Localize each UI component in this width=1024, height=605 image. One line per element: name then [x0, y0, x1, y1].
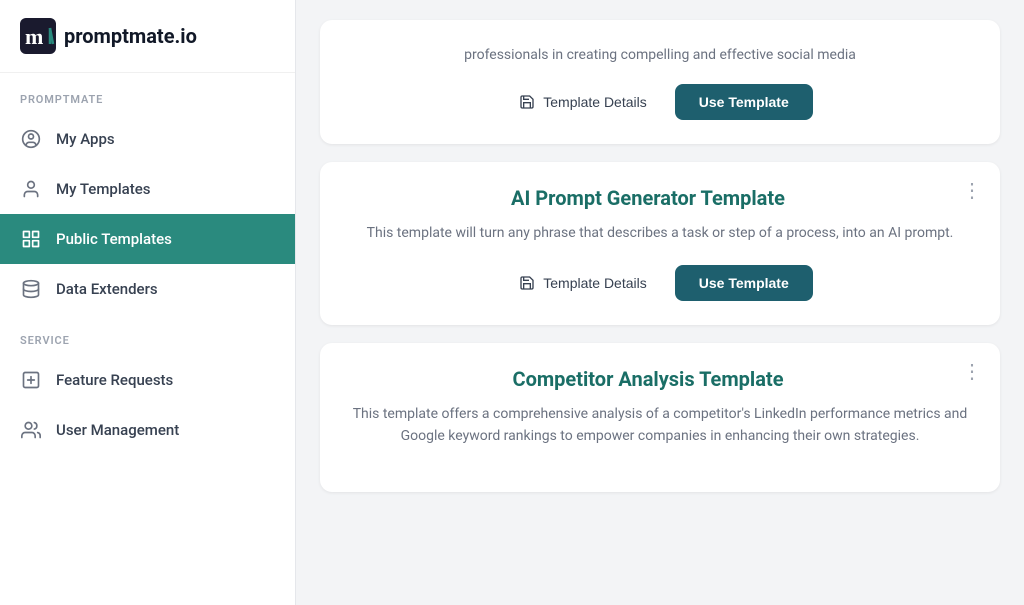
card-top-text: professionals in creating compelling and…	[348, 44, 972, 66]
template-details-button-ai[interactable]: Template Details	[507, 267, 659, 299]
save-icon-top	[519, 94, 535, 110]
sidebar-item-my-apps-label: My Apps	[56, 130, 115, 148]
template-card-ai-prompt: ⋮ AI Prompt Generator Template This temp…	[320, 162, 1000, 324]
sidebar-item-feature-requests[interactable]: Feature Requests	[0, 355, 295, 405]
database-icon	[20, 278, 42, 300]
sidebar-item-data-extenders[interactable]: Data Extenders	[0, 264, 295, 314]
use-template-button-top[interactable]: Use Template	[675, 84, 813, 120]
main-content: professionals in creating compelling and…	[296, 0, 1024, 605]
person-icon	[20, 178, 42, 200]
sidebar-item-public-templates[interactable]: Public Templates	[0, 214, 295, 264]
logo-text: promptmate.io	[64, 24, 197, 48]
use-template-button-ai[interactable]: Use Template	[675, 265, 813, 301]
ai-prompt-card-actions: Template Details Use Template	[348, 265, 972, 301]
section-label-service: SERVICE	[0, 314, 295, 355]
sidebar-item-public-templates-label: Public Templates	[56, 230, 172, 248]
plus-square-icon	[20, 369, 42, 391]
use-template-label-ai: Use Template	[699, 275, 789, 291]
logo-icon: m	[20, 18, 56, 54]
ai-prompt-card-title: AI Prompt Generator Template	[348, 186, 972, 210]
card-top-actions: Template Details Use Template	[348, 84, 972, 120]
sidebar-item-my-templates-label: My Templates	[56, 180, 150, 198]
template-card-competitor: ⋮ Competitor Analysis Template This temp…	[320, 343, 1000, 492]
sidebar-item-my-apps[interactable]: My Apps	[0, 114, 295, 164]
competitor-card-description: This template offers a comprehensive ana…	[348, 403, 972, 448]
card-menu-competitor[interactable]: ⋮	[962, 361, 982, 381]
sidebar-item-feature-requests-label: Feature Requests	[56, 371, 173, 389]
use-template-label-top: Use Template	[699, 94, 789, 110]
grid-icon	[20, 228, 42, 250]
save-icon-ai	[519, 275, 535, 291]
people-icon	[20, 419, 42, 441]
template-details-label-ai: Template Details	[543, 275, 647, 291]
sidebar-item-user-management-label: User Management	[56, 421, 179, 439]
logo-area: m promptmate.io	[0, 0, 295, 73]
sidebar-item-data-extenders-label: Data Extenders	[56, 280, 158, 298]
sidebar-item-my-templates[interactable]: My Templates	[0, 164, 295, 214]
person-circle-icon	[20, 128, 42, 150]
competitor-card-title: Competitor Analysis Template	[348, 367, 972, 391]
template-details-button-top[interactable]: Template Details	[507, 86, 659, 118]
section-label-promptmate: PROMPTMATE	[0, 73, 295, 114]
sidebar: m promptmate.io PROMPTMATE My Apps My Te…	[0, 0, 296, 605]
card-menu-ai-prompt[interactable]: ⋮	[962, 180, 982, 200]
template-details-label-top: Template Details	[543, 94, 647, 110]
svg-text:m: m	[25, 24, 43, 49]
template-card-top: professionals in creating compelling and…	[320, 20, 1000, 144]
sidebar-item-user-management[interactable]: User Management	[0, 405, 295, 455]
ai-prompt-card-description: This template will turn any phrase that …	[348, 222, 972, 244]
